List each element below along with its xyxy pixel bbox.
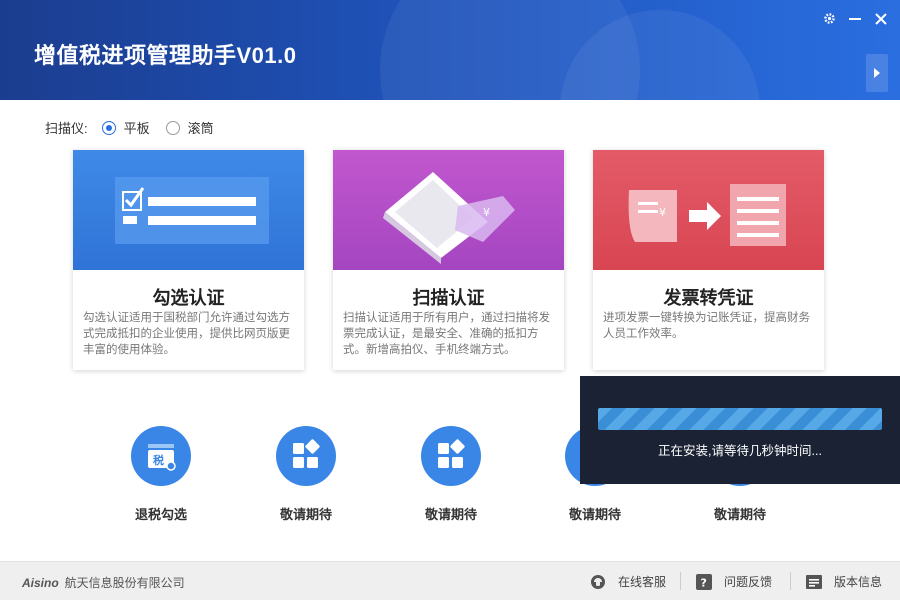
apps-grid-icon[interactable] <box>276 426 336 486</box>
grid-glyph <box>438 439 465 468</box>
question-icon: ? <box>696 573 712 590</box>
title-bar: 增值税进项管理助手V01.0 <box>0 0 900 100</box>
aisino-logo: Aisino <box>22 575 59 590</box>
link-label: 版本信息 <box>834 575 883 589</box>
link-label: 在线客服 <box>618 575 667 589</box>
scanner-icon: ¥ <box>383 172 515 264</box>
footer: Aisino 航天信息股份有限公司 在线客服 ? 问题反馈 版本信息 <box>0 561 900 600</box>
headset-icon <box>591 574 605 589</box>
feature-label: 退税勾选 <box>134 507 187 522</box>
close-button[interactable] <box>870 8 892 30</box>
install-status-text: 正在安装,请等待几秒钟时间... <box>658 444 822 458</box>
feature-label: 敬请期待 <box>279 507 332 522</box>
feature-tax-refund[interactable]: 税 退税勾选 <box>116 426 206 523</box>
divider <box>680 572 681 590</box>
option-label: 平板 <box>123 121 150 136</box>
company-brand: Aisino 航天信息股份有限公司 <box>22 574 185 591</box>
tax-doc-icon: 税 <box>148 444 176 471</box>
card-description: 扫描认证适用于所有用户，通过扫描将发票完成认证，是最安全、准确的抵扣方式。新增高… <box>343 312 550 356</box>
svg-text:?: ? <box>701 576 707 589</box>
info-card-icon <box>806 574 822 589</box>
version-info-link[interactable]: 版本信息 <box>806 573 882 590</box>
option-label: 滚筒 <box>187 121 214 136</box>
radio-unselected[interactable] <box>165 120 180 135</box>
feature-label: 敬请期待 <box>424 507 477 522</box>
feature-label: 敬请期待 <box>568 507 621 522</box>
grid-glyph <box>293 439 320 468</box>
radio-selected[interactable] <box>101 120 116 135</box>
feedback-link[interactable]: ? 问题反馈 <box>696 573 772 590</box>
online-service-link[interactable]: 在线客服 <box>590 573 666 590</box>
tax-refund-icon[interactable]: 税 <box>131 426 191 486</box>
close-icon <box>875 13 887 25</box>
svg-text:¥: ¥ <box>659 206 666 219</box>
card-description: 进项发票一键转换为记账凭证，提高财务人员工作效率。 <box>603 312 810 340</box>
install-progress-panel: 正在安装,请等待几秒钟时间... <box>580 376 900 484</box>
card-description: 勾选认证适用于国税部门允许通过勾选方式完成抵扣的企业使用，提供比网页版更丰富的使… <box>83 312 290 356</box>
feature-coming-soon-2[interactable]: 敬请期待 <box>406 426 496 523</box>
svg-text:¥: ¥ <box>483 206 490 219</box>
card-banner: ¥ <box>333 150 564 270</box>
card-invoice-to-voucher[interactable]: ¥ 发票转凭证 进项发票一键转换为记账凭证，提高财务人员工作效率。 <box>593 150 824 370</box>
scanner-selector: 扫描仪: 平板 滚筒 <box>45 118 230 137</box>
scanner-label: 扫描仪: <box>45 121 88 136</box>
card-banner: ¥ <box>593 150 824 270</box>
install-progress-bar <box>598 408 882 430</box>
minimize-icon <box>849 18 861 20</box>
minimize-button[interactable] <box>844 8 866 30</box>
card-title: 扫描认证 <box>412 288 485 308</box>
divider <box>790 572 791 590</box>
scanner-option-drum[interactable]: 滚筒 <box>165 118 214 137</box>
invoice-convert-icon: ¥ <box>628 184 786 246</box>
card-title: 勾选认证 <box>152 288 225 308</box>
chevron-right-icon <box>874 68 880 78</box>
app-title: 增值税进项管理助手V01.0 <box>34 43 297 68</box>
scanner-option-flatbed[interactable]: 平板 <box>101 118 150 137</box>
card-title: 发票转凭证 <box>663 288 754 308</box>
settings-button[interactable] <box>818 8 840 30</box>
gear-icon <box>823 13 835 24</box>
checklist-icon <box>115 177 269 244</box>
link-label: 问题反馈 <box>724 575 773 589</box>
svg-text:税: 税 <box>153 453 164 467</box>
expand-panel-button[interactable] <box>866 54 888 92</box>
apps-grid-icon[interactable] <box>421 426 481 486</box>
company-name: 航天信息股份有限公司 <box>64 576 185 590</box>
card-checkbox-certification[interactable]: 勾选认证 勾选认证适用于国税部门允许通过勾选方式完成抵扣的企业使用，提供比网页版… <box>73 150 304 370</box>
feature-coming-soon-1[interactable]: 敬请期待 <box>261 426 351 523</box>
feature-label: 敬请期待 <box>713 507 766 522</box>
card-scan-certification[interactable]: ¥ 扫描认证 扫描认证适用于所有用户，通过扫描将发票完成认证，是最安全、准确的抵… <box>333 150 564 370</box>
card-banner <box>73 150 304 270</box>
